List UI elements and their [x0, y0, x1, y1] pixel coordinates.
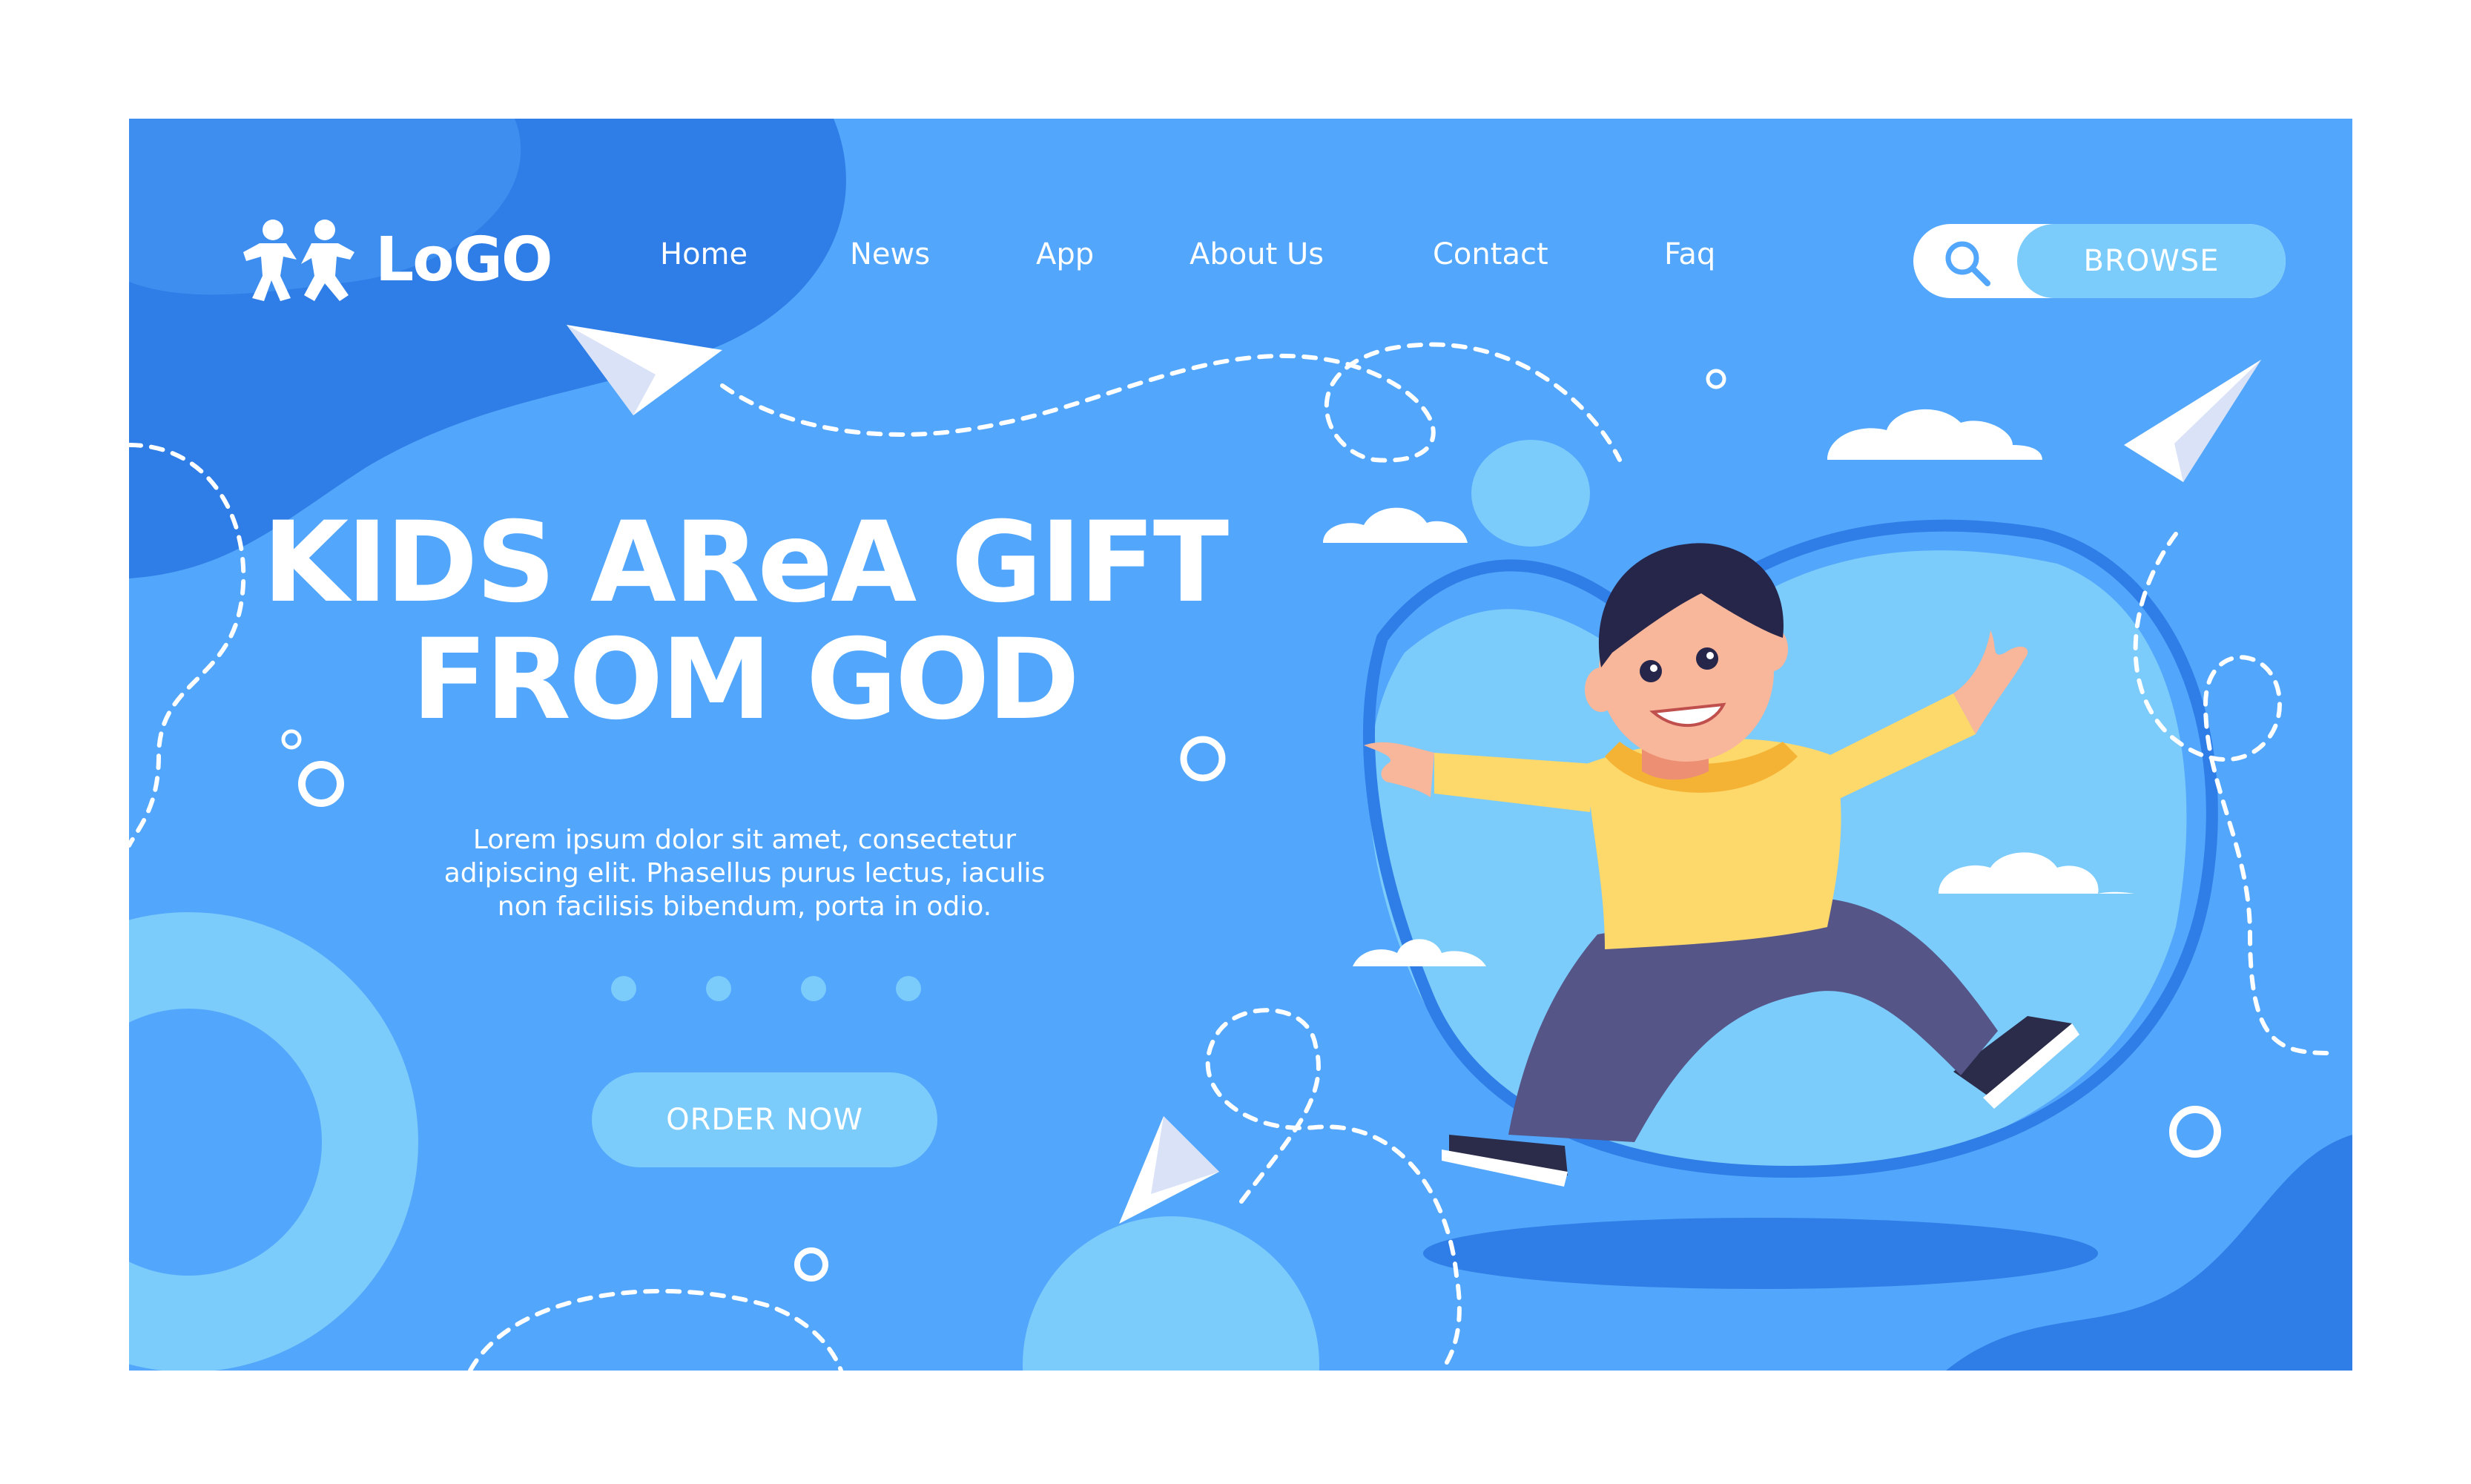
hero-title: KIDS AReA GIFT FROM GOD [263, 498, 1229, 745]
hero-description-line-1: Lorem ipsum dolor sit amet, consectetur [472, 825, 1017, 855]
slider-dot[interactable] [896, 976, 921, 1001]
order-now-button[interactable]: ORDER NOW [592, 1072, 937, 1167]
hero-description-line-2: adipiscing elit. Phasellus purus lectus,… [443, 858, 1046, 888]
slider-dot[interactable] [801, 976, 826, 1001]
hero-title-line-2: FROM GOD [411, 616, 1080, 745]
slider-dot[interactable] [706, 976, 731, 1001]
hero-description-line-3: non facilisis bibendum, porta in odio. [497, 891, 992, 922]
browse-button[interactable]: BROWSE [2017, 224, 2286, 298]
nav-app[interactable]: App [1036, 237, 1094, 271]
hero-title-line-1: KIDS AReA GIFT [263, 498, 1229, 627]
nav-news[interactable]: News [850, 237, 930, 271]
slider-dot[interactable] [611, 976, 636, 1001]
nav-faq[interactable]: Faq [1664, 237, 1715, 271]
nav-home[interactable]: Home [660, 237, 748, 271]
kid-illustration [1364, 543, 2079, 1187]
landing-page: LoGO Home News App About Us Contact Faq … [129, 119, 2352, 1371]
nav-contact[interactable]: Contact [1433, 237, 1548, 271]
search-bar[interactable]: BROWSE [1913, 224, 2286, 298]
hero-description: Lorem ipsum dolor sit amet, consectetur … [418, 823, 1071, 923]
search-icon[interactable] [1942, 237, 1993, 289]
nav-about-us[interactable]: About Us [1190, 237, 1324, 271]
